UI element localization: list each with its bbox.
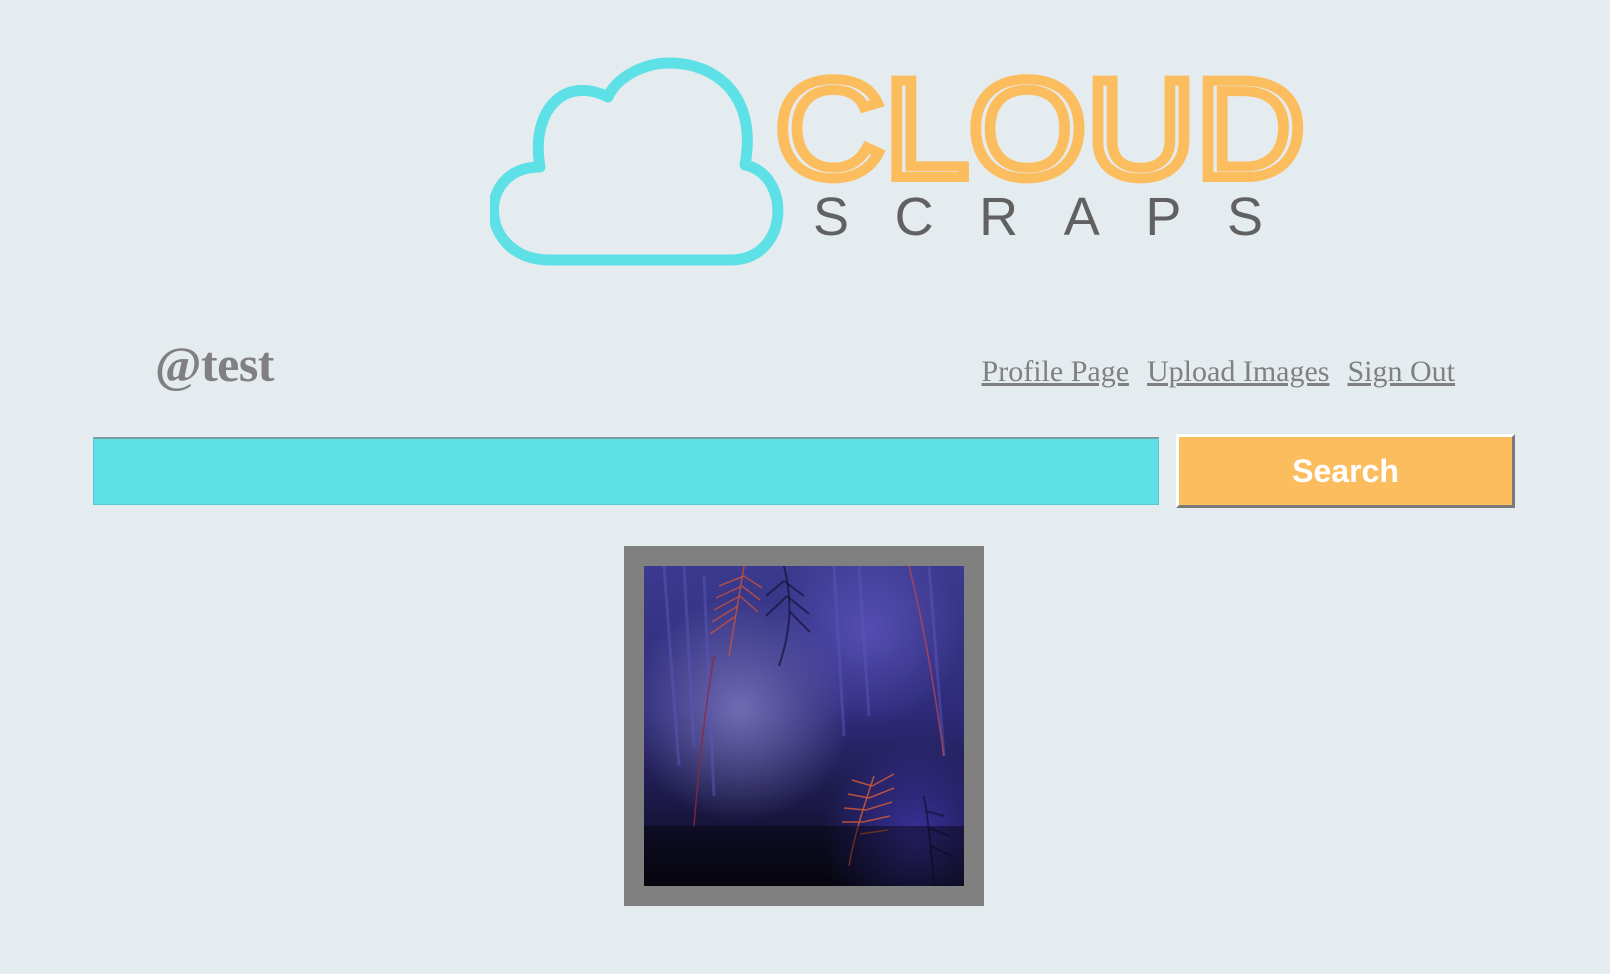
abstract-image-icon: [644, 566, 964, 886]
cloud-scraps-logo: CLOUD SCRAPS: [490, 55, 1350, 285]
logo-graphic: CLOUD SCRAPS: [490, 55, 1310, 266]
logo-word-main: CLOUD: [775, 55, 1305, 207]
sign-out-link[interactable]: Sign Out: [1347, 355, 1455, 389]
profile-page-link[interactable]: Profile Page: [982, 355, 1129, 389]
upload-images-link[interactable]: Upload Images: [1147, 355, 1329, 389]
search-button[interactable]: Search: [1176, 434, 1515, 508]
image-thumbnail[interactable]: [624, 546, 984, 906]
cloud-icon: [490, 57, 784, 266]
search-input[interactable]: [93, 437, 1159, 505]
top-nav: Profile Page Upload Images Sign Out: [982, 355, 1455, 389]
username-heading: @test: [155, 336, 274, 392]
search-bar: Search: [93, 434, 1515, 510]
